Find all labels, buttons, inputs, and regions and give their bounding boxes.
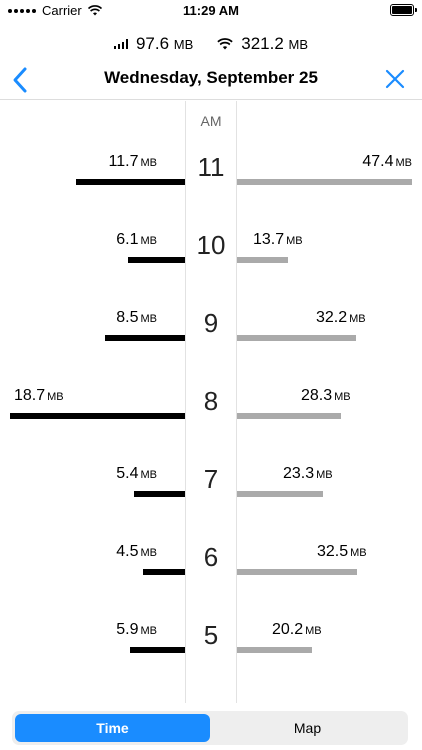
cellular-value-label: 8.5 MB bbox=[0, 309, 157, 327]
cellular-value-label: 5.9 MB bbox=[0, 621, 157, 639]
cellular-value-label: 11.7 MB bbox=[0, 153, 157, 171]
wifi-value-label: 13.7 MB bbox=[253, 231, 303, 249]
value-unit: MB bbox=[140, 547, 158, 559]
wifi-value-label: 28.3 MB bbox=[301, 387, 351, 405]
value-unit: MB bbox=[350, 547, 367, 559]
cellular-value: 5.4 bbox=[116, 465, 139, 482]
hour-label: 9 bbox=[203, 308, 219, 338]
value-unit: MB bbox=[140, 313, 158, 325]
value-unit: MB bbox=[395, 157, 413, 169]
value-unit: MB bbox=[140, 625, 158, 637]
value-unit: MB bbox=[286, 235, 303, 247]
hour-label: 5 bbox=[203, 620, 219, 650]
wifi-bar bbox=[237, 179, 412, 185]
wifi-value: 20.2 bbox=[272, 621, 304, 638]
cellular-bar bbox=[143, 569, 185, 575]
cellular-usage-unit: MB bbox=[173, 37, 194, 52]
cellular-value: 18.7 bbox=[14, 387, 46, 404]
navigation-bar: Wednesday, September 25 bbox=[0, 60, 422, 100]
cellular-value: 5.9 bbox=[116, 621, 139, 638]
wifi-value-label: 23.3 MB bbox=[283, 465, 333, 483]
wifi-value: 32.2 bbox=[316, 309, 348, 326]
cellular-value-label: 18.7 MB bbox=[14, 387, 64, 405]
value-unit: MB bbox=[140, 235, 158, 247]
wifi-usage-value: 321.2 bbox=[241, 34, 284, 53]
cellular-value-label: 6.1 MB bbox=[0, 231, 157, 249]
battery-icon bbox=[390, 4, 417, 16]
cellular-value: 8.5 bbox=[116, 309, 139, 326]
cellular-value-label: 4.5 MB bbox=[0, 543, 157, 561]
close-button[interactable] bbox=[384, 68, 408, 92]
value-unit: MB bbox=[140, 469, 158, 481]
status-bar: Carrier 11:29 AM bbox=[0, 0, 422, 22]
wifi-value: 32.5 bbox=[317, 543, 349, 560]
wifi-usage-unit: MB bbox=[288, 37, 309, 52]
hour-label: 6 bbox=[203, 542, 219, 572]
wifi-bar bbox=[237, 413, 341, 419]
hour-label: 7 bbox=[203, 464, 219, 494]
usage-summary: 97.6 MB 321.2 MB bbox=[0, 30, 422, 58]
wifi-value: 23.3 bbox=[283, 465, 315, 482]
wifi-value: 28.3 bbox=[301, 387, 333, 404]
wifi-value-label: 47.4 MB bbox=[362, 153, 412, 171]
wifi-bar bbox=[237, 335, 356, 341]
wifi-usage: 321.2 MB bbox=[217, 34, 308, 54]
wifi-value-label: 32.2 MB bbox=[316, 309, 366, 327]
value-unit: MB bbox=[140, 157, 158, 169]
cellular-bar bbox=[10, 413, 185, 419]
period-label: AM bbox=[200, 113, 222, 129]
cellular-bar bbox=[128, 257, 185, 263]
value-unit: MB bbox=[316, 469, 333, 481]
wifi-value: 13.7 bbox=[253, 231, 285, 248]
cellular-value-label: 5.4 MB bbox=[0, 465, 157, 483]
hourly-usage-chart[interactable]: AM 11 11.7 MB 47.4 MB 10 6.1 MB 13.7 MB 9 8.5 MB 32.2… bbox=[0, 101, 422, 703]
wifi-bar bbox=[237, 257, 288, 263]
value-unit: MB bbox=[47, 391, 64, 403]
tab-time[interactable]: Time bbox=[15, 714, 210, 742]
tab-map[interactable]: Map bbox=[210, 714, 405, 742]
close-icon bbox=[385, 69, 405, 89]
hour-label: 10 bbox=[196, 230, 226, 260]
hour-label: 8 bbox=[203, 386, 219, 416]
wifi-bar bbox=[237, 569, 357, 575]
value-unit: MB bbox=[349, 313, 366, 325]
page-title: Wednesday, September 25 bbox=[104, 68, 318, 87]
cellular-bar bbox=[130, 647, 185, 653]
value-unit: MB bbox=[334, 391, 351, 403]
wifi-icon bbox=[217, 38, 233, 50]
cellular-value: 6.1 bbox=[116, 231, 139, 248]
cellular-value: 11.7 bbox=[108, 153, 139, 170]
wifi-value-label: 32.5 MB bbox=[317, 543, 367, 561]
wifi-bar bbox=[237, 491, 323, 497]
cellular-bar bbox=[76, 179, 185, 185]
cellular-value: 4.5 bbox=[116, 543, 139, 560]
hour-label: 11 bbox=[197, 152, 225, 182]
status-time: 11:29 AM bbox=[183, 3, 239, 18]
cellular-signal-icon bbox=[113, 39, 128, 49]
cellular-usage-value: 97.6 bbox=[135, 34, 170, 53]
view-segmented-control: Time Map bbox=[12, 711, 408, 745]
cellular-bar bbox=[134, 491, 185, 497]
wifi-value: 47.4 bbox=[362, 153, 394, 170]
wifi-value-label: 20.2 MB bbox=[272, 621, 322, 639]
cellular-bar bbox=[105, 335, 185, 341]
value-unit: MB bbox=[305, 625, 322, 637]
cellular-usage: 97.6 MB bbox=[113, 34, 194, 54]
wifi-bar bbox=[237, 647, 312, 653]
